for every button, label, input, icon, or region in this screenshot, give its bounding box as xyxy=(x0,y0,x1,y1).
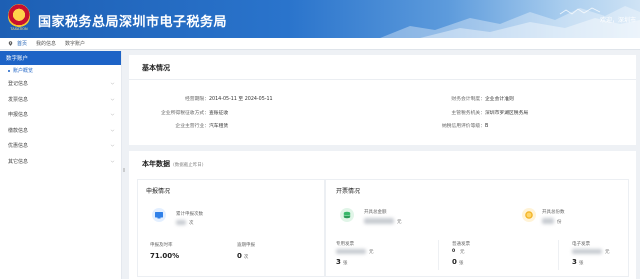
declare-late-figure: 0次 xyxy=(237,252,248,260)
chevron-down-icon xyxy=(110,82,115,85)
site-header: TAXATION 国家税务总局深圳市电子税务局 欢迎，深圳市 xyxy=(0,0,640,38)
basic-info-row: 企业所得税征收方式：查账征收 xyxy=(141,109,228,116)
breadcrumb-digital-account: 数字账户 xyxy=(65,41,86,47)
electronic-invoice-unit: 张 xyxy=(578,261,584,266)
basic-info-row: 纳税信用评价等级：B xyxy=(419,122,488,129)
sidebar-heading-digital-account[interactable]: 数字账户 xyxy=(0,51,121,65)
tax-emblem-logo xyxy=(8,4,30,28)
sidebar-item-label: 缴款信息 xyxy=(8,127,29,134)
coin-icon xyxy=(522,208,536,222)
special-invoice-figure: 3张 xyxy=(336,258,347,266)
sidebar-item-other[interactable]: 其它信息 xyxy=(0,154,121,170)
breadcrumb-my-info[interactable]: 我的信息 xyxy=(36,40,56,47)
invoicing-card: 开票情况 开具总金额 元 开具总份数 份 专用发票 元 3张 普通发票 0 元 … xyxy=(325,179,629,277)
declaration-card: 申报情况 累计申报次数 次 申报及时率 71.00% 逾期申报 0次 xyxy=(137,179,325,277)
general-invoice-amount-unit: 元 xyxy=(460,250,465,255)
breadcrumb: 首页 我的信息 数字账户 xyxy=(0,38,640,50)
declare-count-unit: 次 xyxy=(189,221,194,226)
year-data-panel: 本年数据 (数据截止昨日) 申报情况 累计申报次数 次 申报及时率 71.00% … xyxy=(129,151,636,279)
declaration-card-title: 申报情况 xyxy=(146,188,171,195)
special-invoice-count: 3 xyxy=(336,258,341,266)
sidebar-collapse-handle[interactable]: ‖ xyxy=(123,168,127,174)
special-invoice-unit: 张 xyxy=(342,261,348,266)
field-label: 企业主营行业： xyxy=(175,124,209,129)
field-label: 经营期限： xyxy=(185,97,209,102)
site-title: 国家税务总局深圳市电子税务局 xyxy=(38,15,228,30)
sidebar-item-declaration[interactable]: 申报信息 xyxy=(0,107,121,123)
declare-late-label: 逾期申报 xyxy=(237,243,255,248)
field-value: 深圳市罗湖区税务局 xyxy=(485,111,529,116)
chevron-down-icon xyxy=(110,160,115,163)
breadcrumb-home[interactable]: 首页 xyxy=(17,40,27,47)
electronic-invoice-label: 电子发票 xyxy=(572,242,590,247)
chevron-down-icon xyxy=(110,144,115,147)
declare-ontime-label: 申报及时率 xyxy=(150,243,173,248)
coins-icon xyxy=(340,208,354,222)
sidebar-item-payment[interactable]: 缴款信息 xyxy=(0,123,121,139)
general-invoice-count: 0 xyxy=(452,258,457,266)
field-label: 企业所得税征收方式： xyxy=(161,111,209,116)
invoice-total-count-label: 开具总份数 xyxy=(542,210,565,215)
declare-ontime-value: 71.00% xyxy=(150,252,180,260)
year-data-title: 本年数据 (数据截止昨日) xyxy=(142,159,204,169)
year-data-title-text: 本年数据 xyxy=(142,160,170,168)
field-label: 纳税信用评价等级： xyxy=(441,124,485,129)
sidebar-item-label: 登记信息 xyxy=(8,81,29,88)
sidebar-item-account-overview[interactable]: 账户概览 xyxy=(0,65,121,76)
basic-info-row: 财务会计制度：企业会计准则 xyxy=(419,95,514,102)
divider xyxy=(558,240,559,270)
basic-info-row: 企业主营行业：汽车租赁 xyxy=(141,122,228,129)
chevron-down-icon xyxy=(110,129,115,132)
field-value: 企业会计准则 xyxy=(485,97,514,102)
electronic-invoice-figure: 3张 xyxy=(572,258,583,266)
general-invoice-unit: 张 xyxy=(458,261,464,266)
basic-info-title: 基本情况 xyxy=(142,64,170,72)
sidebar-item-label: 优惠信息 xyxy=(8,143,29,150)
invoice-total-amount-label: 开具总金额 xyxy=(364,210,387,215)
electronic-invoice-amount-redacted xyxy=(572,249,602,254)
field-value: B xyxy=(485,124,489,129)
year-data-note: (数据截止昨日) xyxy=(173,163,204,168)
sidebar-item-label: 申报信息 xyxy=(8,112,29,119)
sidebar-item-label: 发票信息 xyxy=(8,96,29,103)
declare-late-value: 0 xyxy=(237,252,242,260)
invoice-total-count-unit: 份 xyxy=(557,220,562,225)
divider xyxy=(438,240,439,270)
basic-info-row: 主管税务机关：深圳市罗湖区税务局 xyxy=(419,109,528,116)
sidebar-item-invoice[interactable]: 发票信息 xyxy=(0,92,121,108)
invoicing-card-title: 开票情况 xyxy=(336,188,361,195)
field-label: 财务会计制度： xyxy=(451,97,485,102)
monitor-icon xyxy=(152,208,166,222)
invoice-total-count-redacted xyxy=(542,218,554,224)
location-pin-icon xyxy=(8,41,13,46)
general-invoice-figure: 0张 xyxy=(452,258,463,266)
sidebar-item-label: 其它信息 xyxy=(8,158,29,165)
declare-count-value-redacted xyxy=(176,220,186,225)
field-value: 查账征收 xyxy=(209,111,229,116)
declare-late-unit: 次 xyxy=(243,255,249,260)
field-value: 汽车租赁 xyxy=(209,124,229,129)
divider xyxy=(129,79,636,80)
special-invoice-amount-unit: 元 xyxy=(369,250,374,255)
chevron-down-icon xyxy=(110,98,115,101)
sidebar: 数字账户 账户概览 登记信息 发票信息 申报信息 缴款信息 优惠信息 其它信息 xyxy=(0,51,122,279)
electronic-invoice-count: 3 xyxy=(572,258,577,266)
basic-info-panel: 基本情况 经营期限：2014-05-11 至 2024-05-11 企业所得税征… xyxy=(129,55,636,145)
basic-info-row: 经营期限：2014-05-11 至 2024-05-11 xyxy=(141,95,273,102)
field-label: 主管税务机关： xyxy=(451,111,485,116)
sidebar-item-preferential[interactable]: 优惠信息 xyxy=(0,138,121,154)
general-invoice-label: 普通发票 xyxy=(452,242,470,247)
declare-count-label: 累计申报次数 xyxy=(176,212,203,217)
emblem-caption: TAXATION xyxy=(10,27,28,31)
field-value: 2014-05-11 至 2024-05-11 xyxy=(209,97,273,102)
invoice-total-amount-redacted xyxy=(364,218,394,224)
electronic-invoice-amount-unit: 元 xyxy=(605,250,610,255)
invoice-total-amount-unit: 元 xyxy=(397,220,402,225)
general-invoice-amount: 0 xyxy=(452,249,456,254)
special-invoice-amount-redacted xyxy=(336,249,366,254)
special-invoice-label: 专用发票 xyxy=(336,242,354,247)
sidebar-item-registration[interactable]: 登记信息 xyxy=(0,76,121,92)
welcome-user-link[interactable]: 欢迎，深圳市 xyxy=(600,15,636,24)
chevron-down-icon xyxy=(110,113,115,116)
